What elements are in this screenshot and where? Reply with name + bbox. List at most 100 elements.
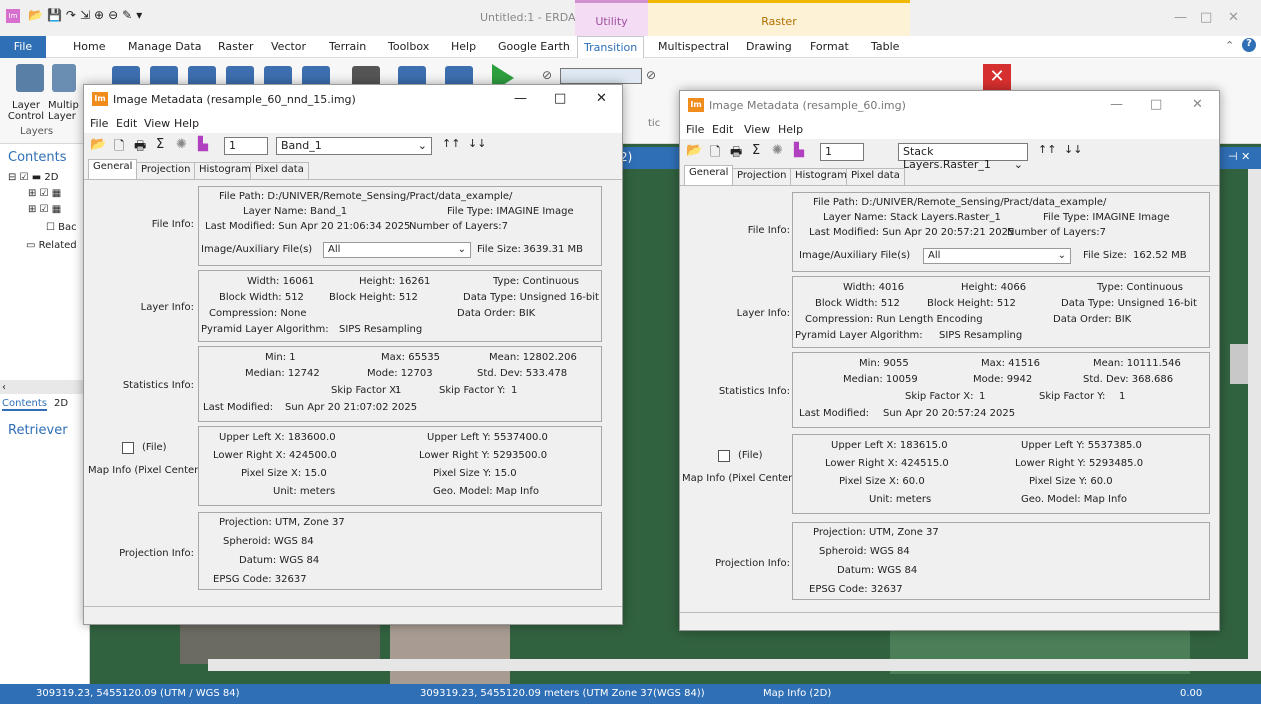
close-button[interactable]: ✕ bbox=[1228, 10, 1239, 25]
layer-select[interactable]: Stack Layers.Raster_1 ⌄ bbox=[898, 143, 1028, 171]
histogram-icon[interactable]: ▙ bbox=[794, 143, 804, 158]
tab-histogram[interactable]: Histogram bbox=[194, 162, 256, 179]
zoom-in-icon[interactable]: ⊕ bbox=[94, 8, 104, 22]
tab-2d[interactable]: 2D bbox=[54, 398, 68, 409]
tree-layer-1[interactable]: ⊞ ☑ ▦ bbox=[28, 188, 61, 199]
tab-help[interactable]: Help bbox=[451, 40, 476, 53]
tab-terrain[interactable]: Terrain bbox=[329, 40, 366, 53]
gear-icon[interactable]: ✺ bbox=[772, 143, 783, 158]
contents-hscrollbar[interactable]: ‹ bbox=[0, 380, 90, 394]
dialog-close-button[interactable]: ✕ bbox=[596, 91, 607, 106]
tab-raster[interactable]: Raster bbox=[218, 40, 253, 53]
tree-background[interactable]: ☐ Bac bbox=[46, 222, 77, 233]
tab-manage-data[interactable]: Manage Data bbox=[128, 40, 201, 53]
layer-number-spinner[interactable]: 1 bbox=[224, 137, 268, 155]
file-info-label: File Info: bbox=[151, 219, 194, 230]
menu-file[interactable]: File bbox=[686, 123, 704, 136]
dialog-toolbar: 📂 🗋 🖶 Σ ✺ ▙ 1 Band_1 ⌄ ↑↑ ↓↓ bbox=[84, 133, 622, 159]
dialog-title-bar[interactable]: Im Image Metadata (resample_60_nnd_15.im… bbox=[84, 85, 622, 115]
viewer-vscrollbar[interactable] bbox=[1248, 166, 1261, 671]
open-folder-icon[interactable]: 📂 bbox=[686, 143, 702, 158]
dialog-maximize-button[interactable]: □ bbox=[1150, 97, 1162, 112]
dialog-close-button[interactable]: ✕ bbox=[1192, 97, 1203, 112]
tab-transition[interactable]: Transition bbox=[577, 36, 645, 59]
tree-related[interactable]: ▭ Related bbox=[26, 240, 77, 251]
menu-edit[interactable]: Edit bbox=[712, 123, 733, 136]
tab-toolbox[interactable]: Toolbox bbox=[388, 40, 429, 53]
tab-pixel-data[interactable]: Pixel data bbox=[250, 162, 309, 179]
dialog-minimize-button[interactable]: — bbox=[514, 91, 527, 106]
tab-multispectral[interactable]: Multispectral bbox=[658, 40, 729, 53]
zoom-out-icon[interactable]: ⊖ bbox=[108, 8, 118, 22]
pan-icon[interactable]: ↷ bbox=[66, 8, 76, 22]
save-icon[interactable]: 💾 bbox=[47, 8, 62, 22]
tree-root[interactable]: ⊟ ☑ ▬ 2D bbox=[8, 172, 58, 183]
minimize-button[interactable]: — bbox=[1174, 10, 1187, 25]
map-info-file-checkbox[interactable] bbox=[122, 442, 134, 454]
viewer-hscrollbar[interactable] bbox=[208, 659, 1248, 671]
sort-down-icon[interactable]: ↓↓ bbox=[468, 137, 486, 150]
tab-file[interactable]: File bbox=[0, 36, 46, 58]
menu-help[interactable]: Help bbox=[174, 117, 199, 130]
data-type: Data Type: Unsigned 16-bit bbox=[1061, 298, 1197, 309]
new-page-icon[interactable]: 🗋 bbox=[710, 143, 720, 165]
open-icon[interactable]: 📂 bbox=[28, 8, 43, 22]
map-info-section: Upper Left X: 183615.0 Upper Left Y: 553… bbox=[792, 434, 1210, 514]
context-tab-raster: Raster bbox=[648, 0, 910, 36]
multiple-layers-icon[interactable] bbox=[52, 64, 76, 92]
map-info-file-checkbox[interactable] bbox=[718, 450, 730, 462]
histogram-icon[interactable]: ▙ bbox=[198, 137, 208, 152]
print-icon[interactable]: 🖶 bbox=[730, 143, 742, 165]
new-page-icon[interactable]: 🗋 bbox=[114, 137, 124, 159]
layer-control-button[interactable]: Layer Control bbox=[4, 100, 48, 122]
zoom-slider-icon[interactable]: ⊘ bbox=[542, 68, 552, 82]
tab-projection[interactable]: Projection bbox=[732, 168, 792, 185]
menu-file[interactable]: File bbox=[90, 117, 108, 130]
print-icon[interactable]: 🖶 bbox=[134, 137, 146, 159]
tab-home[interactable]: Home bbox=[73, 40, 105, 53]
inquire-icon[interactable]: ✎ bbox=[122, 8, 132, 22]
menu-view[interactable]: View bbox=[744, 123, 770, 136]
multiple-layers-button[interactable]: Multip Layer bbox=[48, 100, 79, 122]
select-icon[interactable]: ⇲ bbox=[80, 8, 90, 22]
aux-files-select[interactable]: All ⌄ bbox=[323, 242, 471, 258]
tree-layer-2[interactable]: ⊞ ☑ ▦ bbox=[28, 204, 61, 215]
collapse-ribbon-icon[interactable]: ⌃ bbox=[1225, 39, 1234, 52]
menu-view[interactable]: View bbox=[144, 117, 170, 130]
tab-projection[interactable]: Projection bbox=[136, 162, 196, 179]
tab-google-earth[interactable]: Google Earth bbox=[498, 40, 570, 53]
close-red-icon[interactable]: ✕ bbox=[983, 64, 1011, 90]
help-icon[interactable]: ? bbox=[1242, 38, 1256, 52]
tab-vector[interactable]: Vector bbox=[271, 40, 306, 53]
tab-format[interactable]: Format bbox=[810, 40, 849, 53]
speed-slider[interactable] bbox=[560, 68, 642, 84]
qat-more-icon[interactable]: ▾ bbox=[136, 8, 142, 22]
dialog-minimize-button[interactable]: — bbox=[1110, 97, 1123, 112]
sort-down-icon[interactable]: ↓↓ bbox=[1064, 143, 1082, 156]
viewer-pin-icon[interactable]: ⊣ ✕ bbox=[1228, 150, 1250, 163]
tab-general[interactable]: General bbox=[88, 159, 138, 179]
maximize-button[interactable]: □ bbox=[1200, 10, 1212, 25]
menu-edit[interactable]: Edit bbox=[116, 117, 137, 130]
gear-icon[interactable]: ✺ bbox=[176, 137, 187, 152]
tab-general[interactable]: General bbox=[684, 165, 734, 185]
sort-up-icon[interactable]: ↑↑ bbox=[1038, 143, 1056, 156]
menu-help[interactable]: Help bbox=[778, 123, 803, 136]
sigma-icon[interactable]: Σ bbox=[752, 143, 760, 158]
file-type: File Type: IMAGINE Image bbox=[1043, 212, 1170, 223]
tab-histogram[interactable]: Histogram bbox=[790, 168, 852, 185]
aux-files-select[interactable]: All ⌄ bbox=[923, 248, 1071, 264]
tab-pixel-data[interactable]: Pixel data bbox=[846, 168, 905, 185]
sort-up-icon[interactable]: ↑↑ bbox=[442, 137, 460, 150]
tab-drawing[interactable]: Drawing bbox=[746, 40, 792, 53]
sigma-icon[interactable]: Σ bbox=[156, 137, 164, 152]
layer-select[interactable]: Band_1 ⌄ bbox=[276, 137, 432, 155]
open-folder-icon[interactable]: 📂 bbox=[90, 137, 106, 152]
layer-number-spinner[interactable]: 1 bbox=[820, 143, 864, 161]
slider-end-icon[interactable]: ⊘ bbox=[646, 68, 656, 82]
tab-table[interactable]: Table bbox=[871, 40, 899, 53]
dialog-title-bar[interactable]: Im Image Metadata (resample_60.img) — □ … bbox=[680, 91, 1219, 121]
layer-control-icon[interactable] bbox=[16, 64, 44, 92]
dialog-maximize-button[interactable]: □ bbox=[554, 91, 566, 106]
tab-contents[interactable]: Contents bbox=[2, 398, 47, 411]
